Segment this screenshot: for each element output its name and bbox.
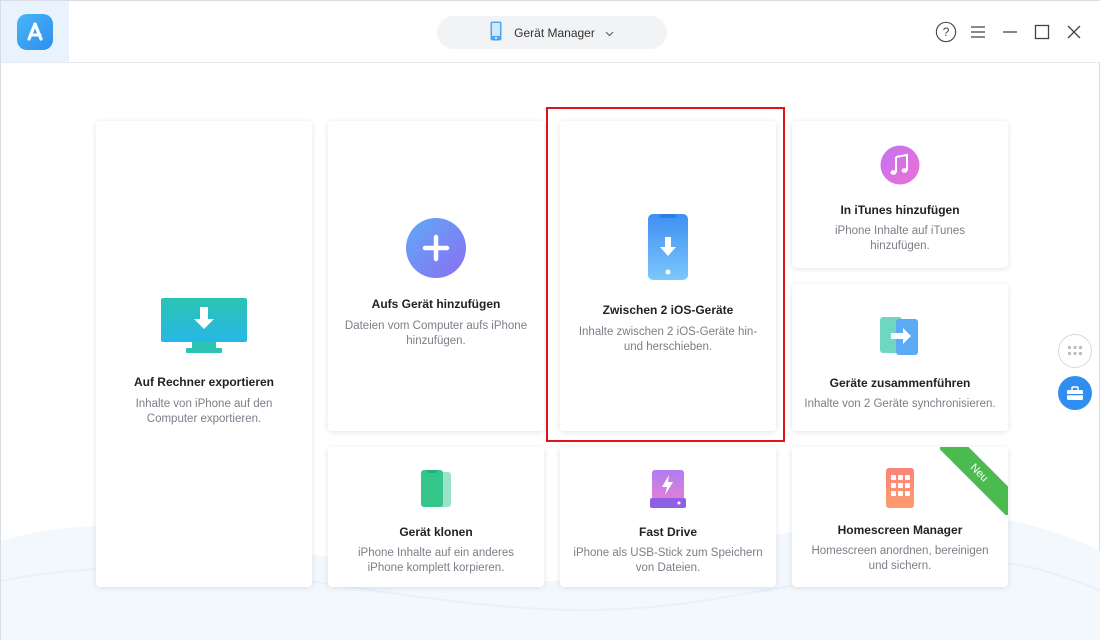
maximize-icon[interactable] [1031,21,1053,43]
plus-circle-icon [328,217,544,279]
toolbox-icon [1067,385,1083,400]
card-description: Homescreen anordnen, bereinigen und sich… [811,545,989,572]
device-selector[interactable]: Gerät Manager [437,16,667,49]
card-title: Zwischen 2 iOS-Geräte [602,303,734,317]
card-homescreen-manager[interactable]: Neu Homescreen Manager Homescreen anordn… [792,447,1008,587]
title-bar: Gerät Manager ? [1,1,1100,63]
card-description: iPhone Inhalte auf ein anderes iPhone ko… [357,547,514,574]
new-badge: Neu [940,447,1008,515]
card-clone-device[interactable]: Gerät klonen iPhone Inhalte auf ein ande… [328,447,544,587]
iphone-icon [490,21,502,44]
help-icon[interactable]: ? [935,21,957,43]
grid-icon [1068,346,1082,355]
card-description: Inhalte von 2 Geräte synchronisieren. [804,398,996,410]
card-title: Fast Drive [638,525,698,539]
card-title: Aufs Gerät hinzufügen [371,297,501,311]
clone-device-icon [328,469,544,509]
card-export-to-computer[interactable]: Auf Rechner exportieren Inhalte von iPho… [96,121,312,587]
phone-download-icon [560,213,776,281]
toolbox-button[interactable] [1058,376,1092,410]
monitor-download-icon [96,297,312,355]
window-controls: ? [935,19,1085,45]
card-description: iPhone als USB-Stick zum Speichern von D… [573,547,763,574]
card-title: Gerät klonen [399,525,473,539]
close-icon[interactable] [1063,21,1085,43]
logo-area [1,1,69,62]
card-description: Inhalte von iPhone auf den Computer expo… [135,398,273,425]
merge-devices-icon [792,316,1008,356]
music-note-icon [792,145,1008,185]
app-logo-icon[interactable] [17,14,53,50]
card-title: Homescreen Manager [837,523,963,537]
card-transfer-between-devices[interactable]: Zwischen 2 iOS-Geräte Inhalte zwischen 2… [560,121,776,431]
chevron-down-icon [605,26,614,40]
card-title: In iTunes hinzufügen [840,203,960,217]
svg-text:?: ? [943,25,950,39]
card-add-to-itunes[interactable]: In iTunes hinzufügen iPhone Inhalte auf … [792,121,1008,268]
grid-view-button[interactable] [1058,334,1092,368]
menu-icon[interactable] [967,21,989,43]
card-merge-devices[interactable]: Geräte zusammenführen Inhalte von 2 Gerä… [792,284,1008,431]
card-description: Inhalte zwischen 2 iOS-Geräte hin- und h… [578,326,758,353]
flash-drive-icon [560,469,776,509]
minimize-icon[interactable] [999,21,1021,43]
card-title: Auf Rechner exportieren [133,375,275,389]
device-selector-label: Gerät Manager [514,25,595,40]
card-fast-drive[interactable]: Fast Drive iPhone als USB-Stick zum Spei… [560,447,776,587]
card-description: Dateien vom Computer aufs iPhone hinzufü… [344,320,528,347]
card-add-to-device[interactable]: Aufs Gerät hinzufügen Dateien vom Comput… [328,121,544,431]
card-description: iPhone Inhalte auf iTunes hinzufügen. [835,225,965,252]
card-title: Geräte zusammenführen [829,376,971,390]
